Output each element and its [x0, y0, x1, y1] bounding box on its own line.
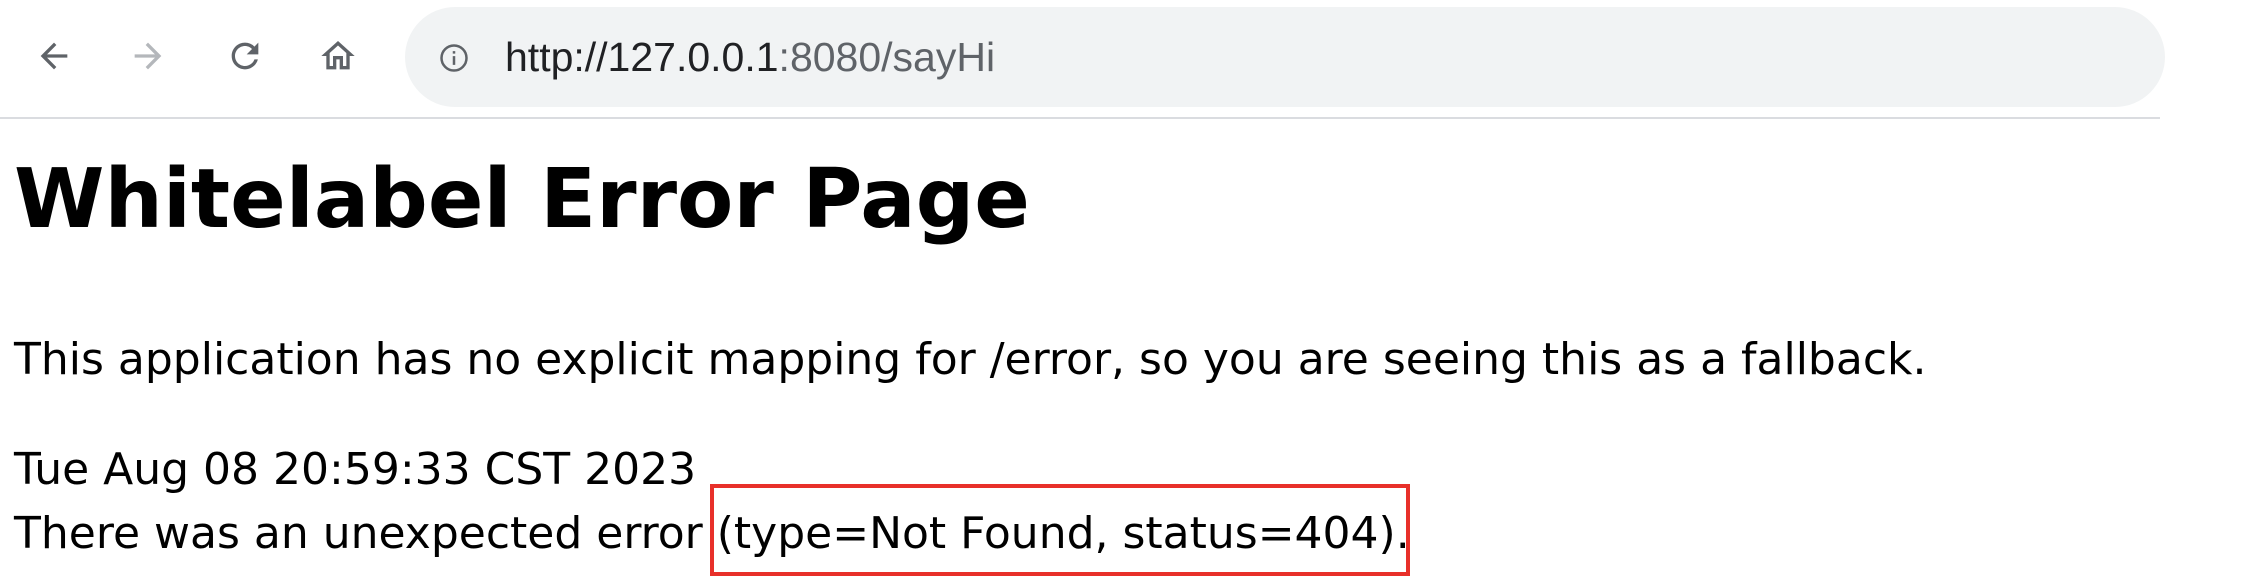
error-timestamp: Tue Aug 08 20:59:33 CST 2023	[14, 444, 697, 495]
arrow-right-icon	[134, 42, 162, 70]
arrow-left-icon	[40, 42, 68, 70]
url-port-path: :8080/sayHi	[778, 34, 996, 80]
url-text[interactable]: http://127.0.0.1:8080/sayHi	[505, 33, 995, 81]
fallback-message: This application has no explicit mapping…	[14, 334, 1927, 385]
home-icon	[321, 41, 355, 70]
page-title: Whitelabel Error Page	[14, 152, 1030, 247]
info-circle-icon[interactable]	[439, 43, 469, 73]
back-button[interactable]	[22, 24, 86, 88]
reload-icon	[231, 42, 259, 70]
url-host: http://127.0.0.1	[505, 34, 779, 80]
reload-button[interactable]	[213, 24, 277, 88]
page-content: Whitelabel Error Page This application h…	[0, 120, 2246, 580]
forward-button[interactable]	[116, 24, 180, 88]
address-bar[interactable]: http://127.0.0.1:8080/sayHi	[405, 7, 2165, 107]
browser-toolbar: http://127.0.0.1:8080/sayHi	[0, 0, 2165, 119]
error-description: There was an unexpected error (type=Not …	[14, 508, 1410, 559]
home-button[interactable]	[306, 24, 370, 88]
